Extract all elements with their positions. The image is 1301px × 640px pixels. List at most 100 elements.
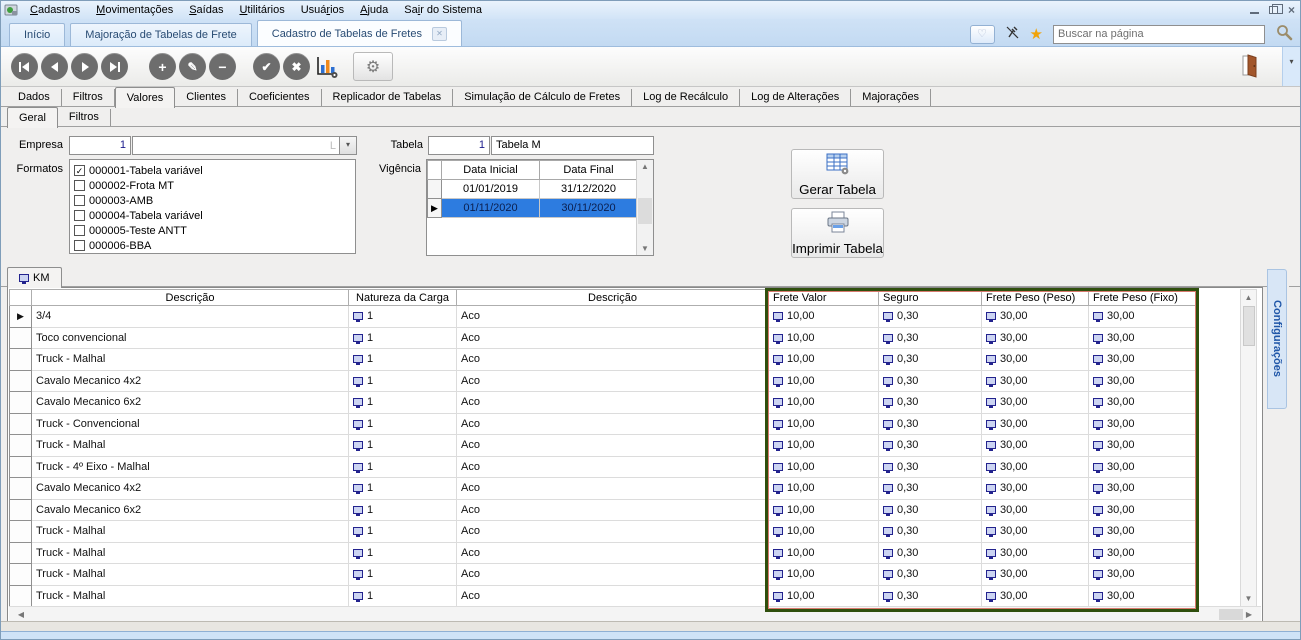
cell-descricao2[interactable]: Aco <box>457 413 769 435</box>
toolbar-overflow-strip[interactable]: ▾ <box>1282 47 1300 86</box>
menu-item[interactable]: Sair do Sistema <box>396 2 490 18</box>
checkbox-checked-icon[interactable]: ✓ <box>74 165 85 176</box>
cell-seguro[interactable]: 0,30 <box>879 542 982 564</box>
menu-item[interactable]: Saídas <box>181 2 231 18</box>
vigencia-cell[interactable]: 31/12/2020 <box>540 180 638 199</box>
scrollbar-thumb[interactable] <box>1243 306 1255 346</box>
cell-descricao[interactable]: Truck - Malhal <box>32 564 349 586</box>
empresa-dropdown-icon[interactable]: ▾ <box>339 137 356 154</box>
tab-log-de-rec-lculo[interactable]: Log de Recálculo <box>632 89 740 106</box>
tab-km[interactable]: KM <box>7 267 62 288</box>
menu-item[interactable]: Ajuda <box>352 2 396 18</box>
cell-natureza[interactable]: 1 <box>349 327 457 349</box>
cell-frete-valor[interactable]: 10,00 <box>769 521 879 543</box>
cell-descricao2[interactable]: Aco <box>457 521 769 543</box>
grid-row[interactable]: Toco convencional1Aco10,000,3030,0030,00 <box>10 327 1197 349</box>
cell-descricao[interactable]: Cavalo Mecanico 6x2 <box>32 499 349 521</box>
empresa-code-field[interactable]: 1 <box>69 136 131 155</box>
cell-descricao2[interactable]: Aco <box>457 392 769 414</box>
row-selector[interactable] <box>10 478 32 500</box>
close-icon[interactable]: × <box>1288 4 1295 16</box>
cell-descricao[interactable]: Truck - Malhal <box>32 542 349 564</box>
tab-simula-o-de-c-lculo-de-fretes[interactable]: Simulação de Cálculo de Fretes <box>453 89 632 106</box>
grid-row[interactable]: Truck - Convencional1Aco10,000,3030,0030… <box>10 413 1197 435</box>
checkbox-icon[interactable] <box>74 210 85 221</box>
cell-natureza[interactable]: 1 <box>349 478 457 500</box>
cell-descricao[interactable]: Toco convencional <box>32 327 349 349</box>
grid-row[interactable]: Truck - Malhal1Aco10,000,3030,0030,00 <box>10 349 1197 371</box>
cell-natureza[interactable]: 1 <box>349 564 457 586</box>
grid-horizontal-scrollbar[interactable]: ◀ ▶ <box>9 606 1261 621</box>
cell-frete-peso-fixo[interactable]: 30,00 <box>1089 456 1197 478</box>
restore-icon[interactable] <box>1269 6 1278 14</box>
checkbox-icon[interactable] <box>74 195 85 206</box>
cell-frete-peso-peso[interactable]: 30,00 <box>982 521 1089 543</box>
cell-seguro[interactable]: 0,30 <box>879 327 982 349</box>
tab-majora-es[interactable]: Majorações <box>851 89 931 106</box>
grid-row[interactable]: Cavalo Mecanico 6x21Aco10,000,3030,0030,… <box>10 499 1197 521</box>
row-selector[interactable] <box>10 349 32 371</box>
cell-frete-peso-fixo[interactable]: 30,00 <box>1089 349 1197 371</box>
browser-tab[interactable]: Cadastro de Tabelas de Fretes✕ <box>257 20 462 46</box>
grid-column-header[interactable]: Frete Peso (Fixo) <box>1089 290 1197 306</box>
subtab-geral[interactable]: Geral <box>7 107 58 128</box>
tab-dados[interactable]: Dados <box>7 89 62 106</box>
cell-descricao[interactable]: 3/4 <box>32 306 349 328</box>
search-input[interactable] <box>1058 28 1260 40</box>
grid-row[interactable]: Truck - Malhal1Aco10,000,3030,0030,00 <box>10 564 1197 586</box>
exit-door-icon[interactable] <box>1239 54 1261 81</box>
edit-record-button[interactable]: ✎ <box>179 53 206 80</box>
cancel-button[interactable]: ✖ <box>283 53 310 80</box>
tab-clientes[interactable]: Clientes <box>175 89 238 106</box>
scroll-left-icon[interactable]: ◀ <box>13 610 29 619</box>
grid-column-header[interactable]: Frete Valor <box>769 290 879 306</box>
grid-row[interactable]: Cavalo Mecanico 4x21Aco10,000,3030,0030,… <box>10 478 1197 500</box>
grid-row[interactable]: Truck - 4º Eixo - Malhal1Aco10,000,3030,… <box>10 456 1197 478</box>
cell-descricao[interactable]: Truck - Malhal <box>32 349 349 371</box>
cell-seguro[interactable]: 0,30 <box>879 392 982 414</box>
vigencia-row[interactable]: 01/01/201931/12/2020 <box>428 180 638 199</box>
cell-natureza[interactable]: 1 <box>349 499 457 521</box>
grid-row[interactable]: Cavalo Mecanico 6x21Aco10,000,3030,0030,… <box>10 392 1197 414</box>
cell-natureza[interactable]: 1 <box>349 456 457 478</box>
pin-disabled-icon[interactable] <box>1005 25 1020 43</box>
cell-frete-peso-peso[interactable]: 30,00 <box>982 542 1089 564</box>
scroll-up-icon[interactable]: ▲ <box>637 162 653 171</box>
tab-log-de-altera-es[interactable]: Log de Alterações <box>740 89 851 106</box>
favorite-heart-button[interactable]: ♡ <box>970 25 995 44</box>
row-selector[interactable] <box>10 392 32 414</box>
grid-column-header[interactable]: Descrição <box>32 290 349 306</box>
cell-frete-peso-peso[interactable]: 30,00 <box>982 456 1089 478</box>
row-selector[interactable] <box>10 521 32 543</box>
search-magnifier-icon[interactable] <box>1275 23 1294 45</box>
cell-descricao2[interactable]: Aco <box>457 456 769 478</box>
cell-frete-peso-fixo[interactable]: 30,00 <box>1089 478 1197 500</box>
cell-frete-peso-peso[interactable]: 30,00 <box>982 413 1089 435</box>
imprimir-tabela-button[interactable]: Imprimir Tabela <box>791 208 884 258</box>
cell-frete-peso-fixo[interactable]: 30,00 <box>1089 327 1197 349</box>
settings-gear-button[interactable]: ⚙ <box>353 52 393 81</box>
menu-item[interactable]: Utilitários <box>231 2 292 18</box>
first-record-button[interactable] <box>11 53 38 80</box>
tab-valores[interactable]: Valores <box>115 87 175 108</box>
subtab-filtros[interactable]: Filtros <box>58 109 111 126</box>
row-selector[interactable] <box>10 435 32 457</box>
tab-coeficientes[interactable]: Coeficientes <box>238 89 322 106</box>
format-option[interactable]: 000005-Teste ANTT <box>72 223 353 238</box>
format-option[interactable]: 000002-Frota MT <box>72 178 353 193</box>
cell-frete-valor[interactable]: 10,00 <box>769 370 879 392</box>
minimize-icon[interactable] <box>1250 6 1259 14</box>
row-selector[interactable] <box>10 327 32 349</box>
row-selector[interactable] <box>10 585 32 607</box>
grid-row[interactable]: Truck - Malhal1Aco10,000,3030,0030,00 <box>10 542 1197 564</box>
cell-frete-peso-peso[interactable]: 30,00 <box>982 370 1089 392</box>
format-option[interactable]: 000004-Tabela variável <box>72 208 353 223</box>
cell-frete-valor[interactable]: 10,00 <box>769 413 879 435</box>
cell-frete-valor[interactable]: 10,00 <box>769 435 879 457</box>
cell-descricao2[interactable]: Aco <box>457 370 769 392</box>
row-marker-icon[interactable]: ▶ <box>10 306 32 328</box>
cell-natureza[interactable]: 1 <box>349 370 457 392</box>
cell-frete-valor[interactable]: 10,00 <box>769 392 879 414</box>
row-selector[interactable] <box>10 499 32 521</box>
grid-column-header[interactable]: Descrição <box>457 290 769 306</box>
